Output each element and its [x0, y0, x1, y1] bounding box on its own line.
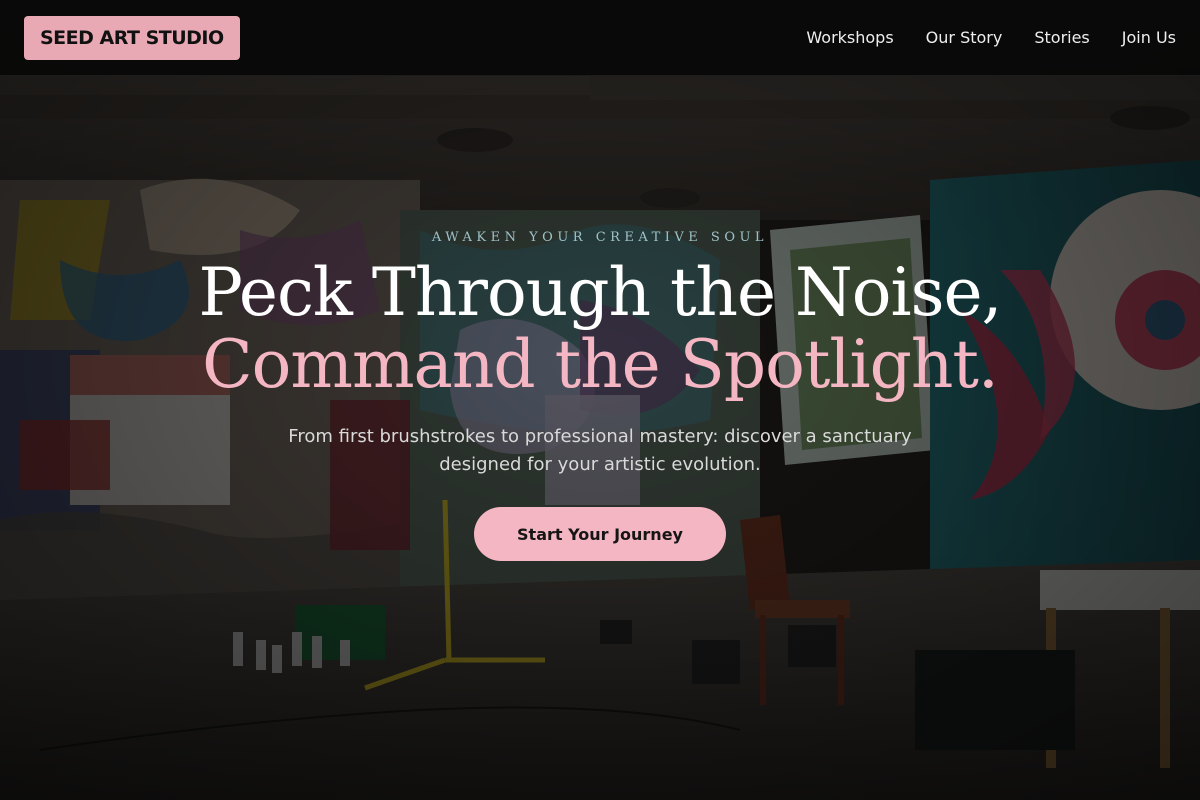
nav-link-stories[interactable]: Stories — [1034, 28, 1089, 47]
hero-subtitle: From first brushstrokes to professional … — [288, 426, 912, 475]
nav-link-join-us[interactable]: Join Us — [1122, 28, 1176, 47]
hero-section: AWAKEN YOUR CREATIVE SOUL Peck Through t… — [0, 230, 1200, 561]
nav-link-workshops[interactable]: Workshops — [806, 28, 893, 47]
hero-headline-line-2: Command the Spotlight. — [202, 326, 999, 403]
hero-headline-line-1: Peck Through the Noise, — [198, 254, 1002, 331]
nav-link-our-story[interactable]: Our Story — [926, 28, 1003, 47]
brand-logo[interactable]: SEED ART STUDIO — [24, 15, 240, 60]
start-journey-button[interactable]: Start Your Journey — [474, 507, 726, 561]
hero-eyebrow: AWAKEN YOUR CREATIVE SOUL — [431, 230, 769, 245]
hero-headline: Peck Through the Noise, Command the Spot… — [0, 257, 1200, 401]
main-nav: Workshops Our Story Stories Join Us — [806, 28, 1176, 47]
top-navigation-bar: SEED ART STUDIO Workshops Our Story Stor… — [0, 0, 1200, 76]
